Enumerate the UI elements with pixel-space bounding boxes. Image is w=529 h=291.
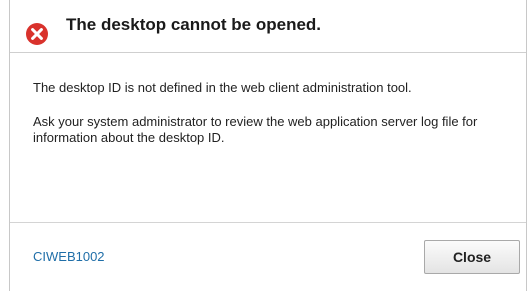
dialog-title: The desktop cannot be opened. [66,15,322,34]
dialog-header: The desktop cannot be opened. [10,0,526,53]
message-paragraph-2: Ask your system administrator to review … [33,114,478,145]
dialog-message: The desktop ID is not defined in the web… [33,80,512,164]
error-dialog: The desktop cannot be opened. The deskto… [9,0,527,291]
close-button[interactable]: Close [424,240,520,274]
footer-divider [10,222,526,223]
message-paragraph-1: The desktop ID is not defined in the web… [33,80,412,95]
message-code-link[interactable]: CIWEB1002 [33,249,105,264]
error-icon [25,22,49,46]
